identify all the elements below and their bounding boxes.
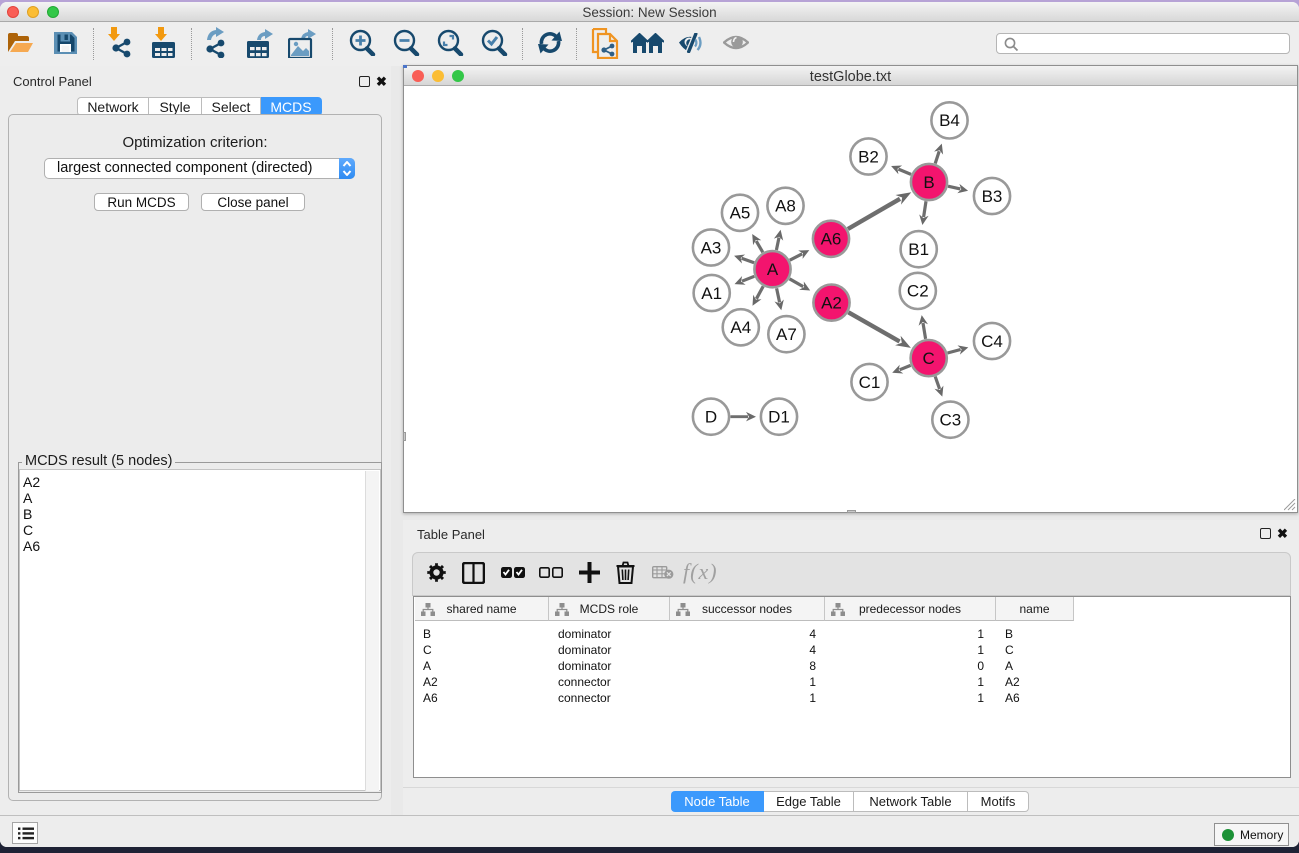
svg-text:A4: A4 (730, 318, 751, 337)
svg-text:B4: B4 (939, 111, 960, 130)
svg-text:D: D (705, 408, 717, 427)
svg-text:B2: B2 (858, 147, 879, 166)
svg-text:A7: A7 (776, 325, 797, 344)
svg-text:A6: A6 (821, 230, 842, 249)
svg-text:A3: A3 (701, 238, 722, 257)
svg-text:B1: B1 (908, 240, 929, 259)
svg-text:A: A (767, 260, 779, 279)
svg-text:C2: C2 (907, 282, 929, 301)
svg-text:B: B (923, 173, 934, 192)
svg-text:A5: A5 (730, 204, 751, 223)
svg-text:C: C (923, 349, 935, 368)
svg-text:C4: C4 (981, 332, 1003, 351)
svg-text:B3: B3 (982, 187, 1003, 206)
svg-text:A1: A1 (701, 284, 722, 303)
svg-text:C1: C1 (859, 373, 881, 392)
svg-text:D1: D1 (768, 408, 790, 427)
svg-text:C3: C3 (940, 411, 962, 430)
svg-text:A2: A2 (821, 293, 842, 312)
svg-text:A8: A8 (775, 197, 796, 216)
